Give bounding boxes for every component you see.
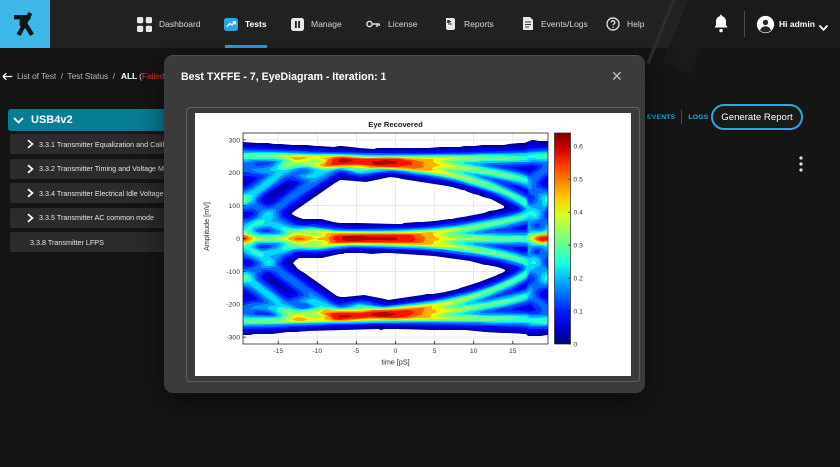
svg-text:-15: -15 xyxy=(273,348,283,355)
svg-text:200: 200 xyxy=(229,170,241,177)
svg-text:0.1: 0.1 xyxy=(574,308,584,315)
svg-text:0.6: 0.6 xyxy=(574,144,584,151)
svg-text:0: 0 xyxy=(394,348,398,355)
svg-text:0.5: 0.5 xyxy=(574,177,584,184)
svg-text:0.2: 0.2 xyxy=(574,276,584,283)
svg-text:-10: -10 xyxy=(312,348,322,355)
svg-text:0.4: 0.4 xyxy=(574,210,584,217)
svg-text:time [pS]: time [pS] xyxy=(381,358,409,367)
svg-text:300: 300 xyxy=(229,137,241,144)
svg-text:0.3: 0.3 xyxy=(574,243,584,250)
svg-text:100: 100 xyxy=(229,203,241,210)
svg-text:Eye Recovered: Eye Recovered xyxy=(368,120,423,129)
svg-text:0: 0 xyxy=(574,341,578,348)
svg-text:-100: -100 xyxy=(226,269,240,276)
svg-text:0: 0 xyxy=(236,236,240,243)
svg-text:5: 5 xyxy=(433,348,437,355)
svg-text:10: 10 xyxy=(470,348,478,355)
svg-text:Amplitude [mV]: Amplitude [mV] xyxy=(202,202,211,251)
svg-text:15: 15 xyxy=(509,348,517,355)
svg-text:-5: -5 xyxy=(353,348,359,355)
svg-text:-300: -300 xyxy=(226,335,240,342)
svg-text:-200: -200 xyxy=(226,302,240,309)
